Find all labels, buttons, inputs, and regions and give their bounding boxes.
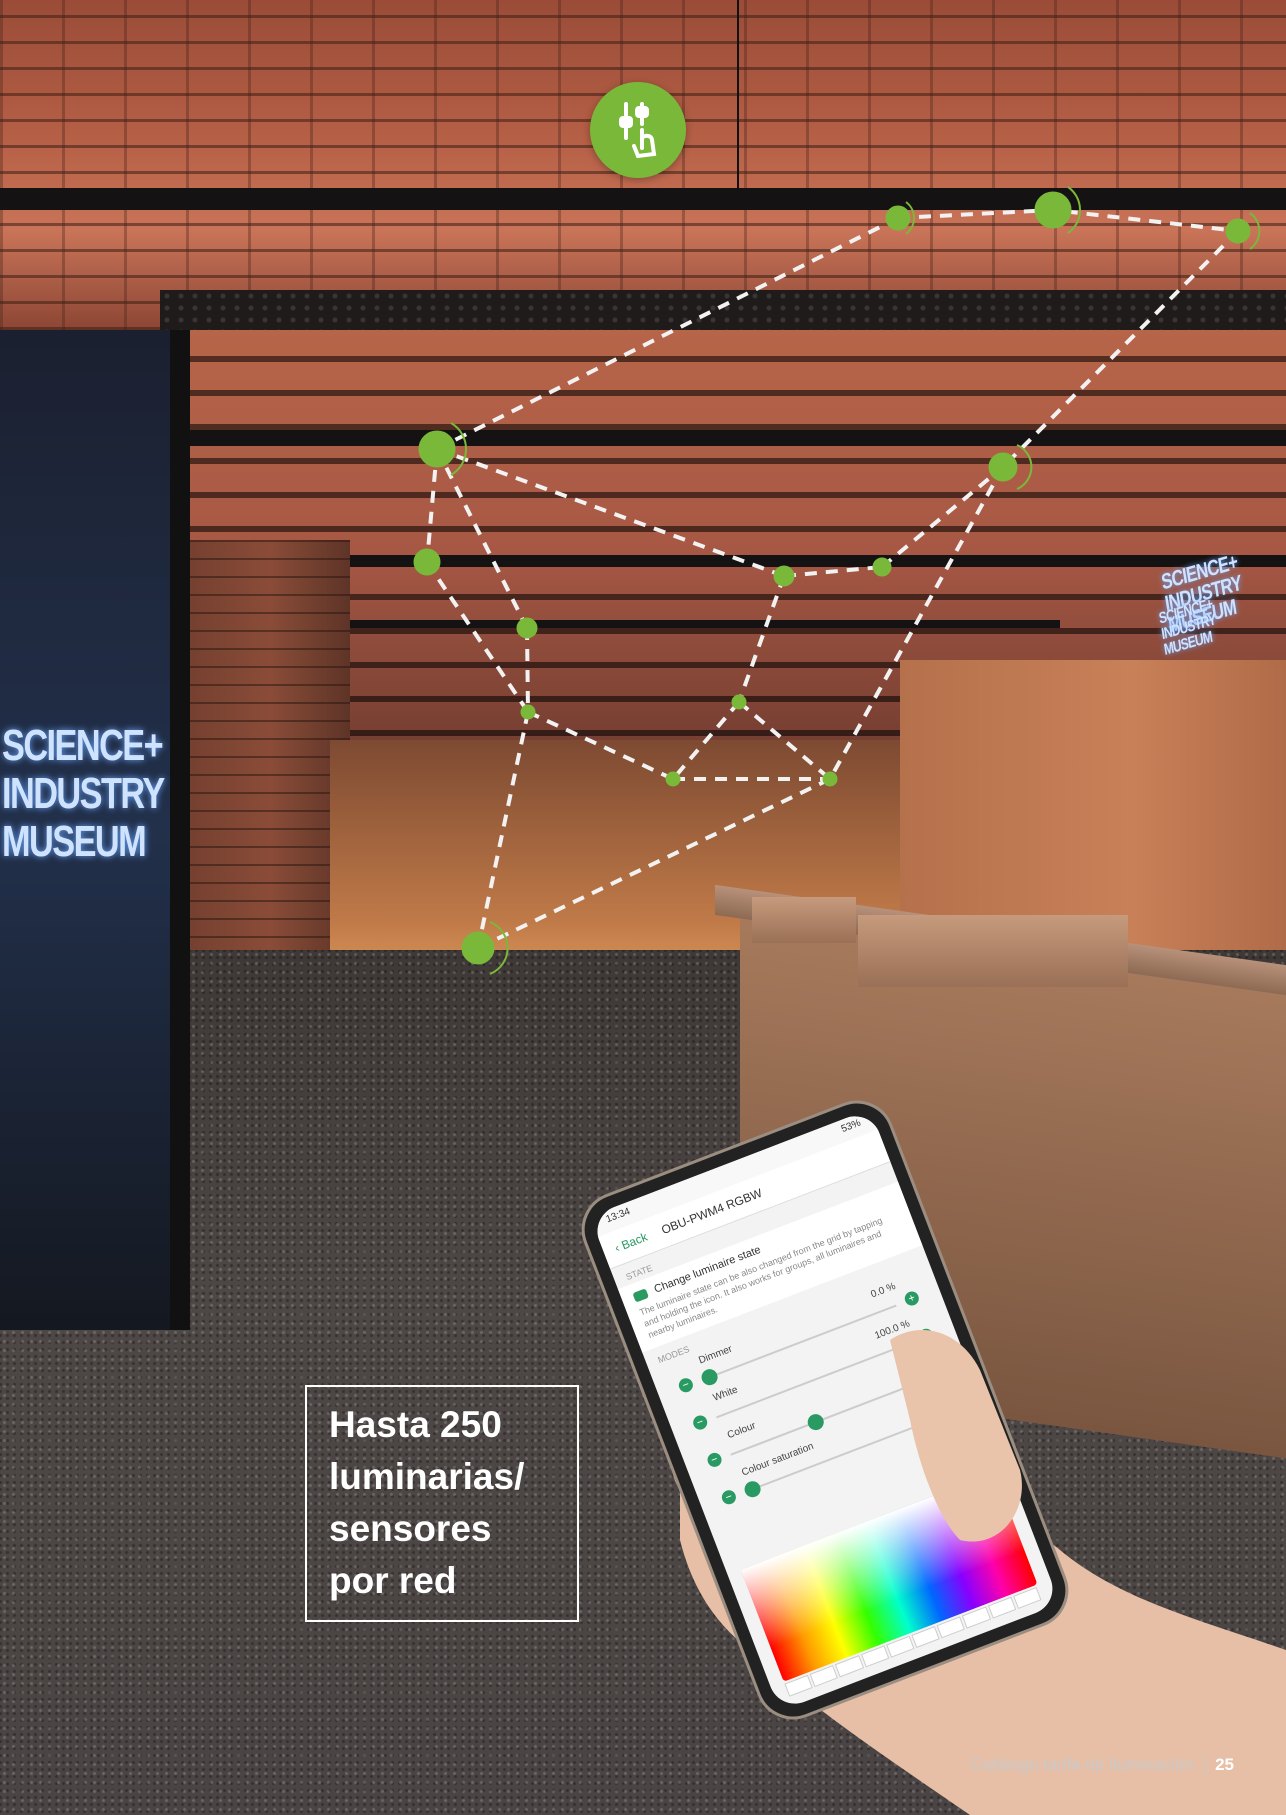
back-label: Back: [619, 1229, 650, 1253]
luminaire-node: [731, 694, 747, 710]
luminaire-node: [885, 205, 911, 231]
slider-knob[interactable]: [805, 1411, 827, 1433]
thumb: [890, 1330, 1022, 1542]
luminaire-node: [520, 704, 536, 720]
slider-knob[interactable]: [742, 1478, 763, 1500]
back-button[interactable]: ‹ Back: [613, 1230, 650, 1255]
luminaire-node: [418, 430, 456, 468]
luminaire-node: [1034, 191, 1072, 229]
luminaire-node: [516, 617, 538, 639]
callout-box: Hasta 250 luminarias/ sensores por red: [305, 1385, 579, 1622]
slider-knob[interactable]: [699, 1366, 720, 1388]
luminaire-node: [872, 557, 892, 577]
minus-button[interactable]: −: [691, 1413, 710, 1432]
callout-line: luminarias/: [329, 1456, 525, 1497]
page-number: 25: [1215, 1755, 1234, 1774]
callout-line: sensores: [329, 1508, 492, 1549]
luminaire-node: [988, 452, 1018, 482]
luminaire-node: [665, 771, 681, 787]
luminaire-node: [822, 771, 838, 787]
minus-button[interactable]: −: [676, 1376, 695, 1395]
app-badge: [590, 82, 686, 178]
luminaire-node: [1225, 218, 1251, 244]
footer-text: Catálogo tarifa de iluminación: [970, 1755, 1195, 1774]
status-battery: 53%: [839, 1117, 863, 1136]
luminaire-node: [461, 931, 495, 965]
page-footer: Catálogo tarifa de iluminación 25: [970, 1755, 1234, 1775]
plus-button[interactable]: +: [902, 1289, 921, 1308]
sliders-touch-icon: [619, 102, 657, 159]
minus-button[interactable]: −: [719, 1488, 738, 1507]
luminaire-node: [773, 565, 795, 587]
minus-button[interactable]: −: [705, 1450, 724, 1469]
footer-divider: [1204, 1755, 1206, 1775]
luminaire-node: [413, 548, 441, 576]
callout-line: Hasta 250: [329, 1404, 502, 1445]
callout-line: por red: [329, 1560, 457, 1601]
